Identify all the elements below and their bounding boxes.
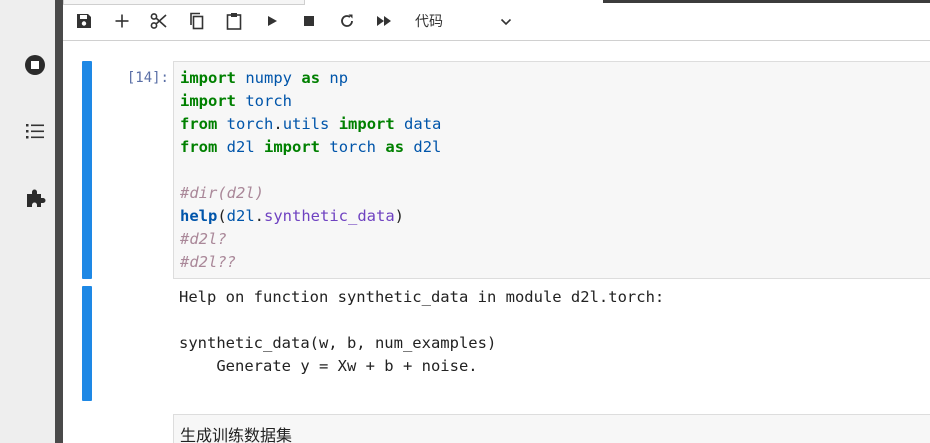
code-line[interactable]: help(d2l.synthetic_data) (180, 205, 441, 228)
code-token: import (180, 92, 236, 110)
tab-bar-edge (603, 0, 930, 3)
cell-input-collapser[interactable] (82, 61, 92, 279)
restart-icon[interactable] (336, 10, 358, 32)
code-token: d2l (226, 207, 255, 225)
execution-prompt: [14]: (126, 70, 169, 86)
code-token: torch (329, 138, 377, 156)
code-token: as (301, 69, 321, 87)
code-token: np (329, 69, 349, 87)
code-line[interactable] (180, 159, 441, 182)
code-editor[interactable]: import numpy as np import torch from torch… (173, 61, 930, 279)
code-token: from (180, 115, 218, 133)
code-token: torch (226, 115, 274, 133)
code-token: from (180, 138, 218, 156)
cell-output-collapser[interactable] (82, 286, 92, 401)
code-token: . (273, 115, 283, 133)
fast-forward-icon[interactable] (373, 10, 395, 32)
code-token: import (180, 69, 236, 87)
code-content[interactable]: import numpy as np import torch from torch… (180, 67, 441, 274)
code-token: help (180, 207, 218, 225)
code-token: ( (217, 207, 227, 225)
plus-icon[interactable] (111, 10, 133, 32)
markdown-cell[interactable]: 生成训练数据集 (173, 414, 930, 443)
stop-icon[interactable] (298, 10, 320, 32)
code-token: import (264, 138, 321, 156)
paste-icon[interactable] (223, 10, 245, 32)
code-token: #d2l? (180, 230, 227, 248)
output-line: synthetic_data(w, b, num_examples) (179, 334, 497, 352)
code-line[interactable]: from d2l import torch as d2l (180, 136, 441, 159)
output-line: Help on function synthetic_data in modul… (179, 288, 665, 306)
code-token: numpy (245, 69, 293, 87)
code-token: utils (282, 115, 330, 133)
cell-type-select[interactable]: 代码 (415, 10, 515, 32)
markdown-text: 生成训练数据集 (180, 426, 293, 443)
notebook-toolbar: 代码 (63, 0, 930, 41)
code-token: #d2l?? (180, 253, 236, 271)
left-sidebar (15, 0, 55, 443)
cell-type-label: 代码 (415, 14, 443, 30)
chevron-down-icon (499, 14, 513, 33)
code-token: data (404, 115, 442, 133)
jupyterlab-window: 代码 [14]: import numpy as np import torch f… (0, 0, 930, 443)
code-token: synthetic_data (264, 207, 395, 225)
code-token: d2l (413, 138, 442, 156)
code-token: torch (245, 92, 293, 110)
code-token: ) (394, 207, 405, 225)
copy-icon[interactable] (186, 10, 208, 32)
scissors-icon[interactable] (148, 10, 170, 32)
stop-circle-icon[interactable] (23, 53, 47, 77)
output-line: Generate y = Xw + b + noise. (179, 357, 478, 375)
code-line[interactable]: from torch.utils import data (180, 113, 441, 136)
code-line[interactable]: import numpy as np (180, 67, 441, 90)
run-icon[interactable] (261, 10, 283, 32)
notebook-tab[interactable] (63, 0, 305, 5)
code-token: #dir(d2l) (180, 184, 264, 202)
code-token: d2l (226, 138, 255, 156)
code-line[interactable]: import torch (180, 90, 441, 113)
code-line[interactable]: #dir(d2l) (180, 182, 441, 205)
list-icon[interactable] (23, 119, 47, 143)
code-line[interactable]: #d2l? (180, 228, 441, 251)
save-icon[interactable] (73, 10, 95, 32)
cell-output: Help on function synthetic_data in modul… (179, 286, 664, 378)
notebook-panel: 代码 [14]: import numpy as np import torch f… (63, 0, 930, 443)
puzzle-piece-icon[interactable] (23, 186, 47, 210)
code-token: . (254, 207, 265, 225)
sidebar-divider (55, 0, 63, 443)
code-token: as (385, 138, 405, 156)
code-token: import (338, 115, 395, 133)
code-line[interactable]: #d2l?? (180, 251, 441, 274)
